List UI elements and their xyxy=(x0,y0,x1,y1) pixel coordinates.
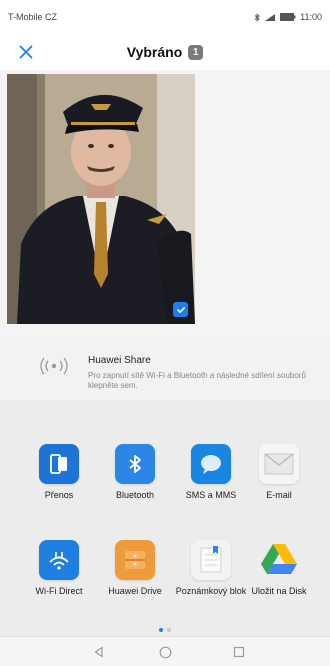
huawei-share-title: Huawei Share xyxy=(88,355,151,366)
selected-checkbox[interactable] xyxy=(173,302,188,317)
app-email[interactable]: E-mail xyxy=(243,444,315,501)
app-sms-mms[interactable]: SMS a MMS xyxy=(175,444,247,501)
recents-button[interactable] xyxy=(229,642,249,662)
status-bar: T-Mobile CZ 11:00 xyxy=(0,0,330,34)
page-indicator xyxy=(0,628,330,632)
selected-photos-area xyxy=(0,70,330,342)
app-label: Huawei Drive xyxy=(108,586,162,596)
back-button[interactable] xyxy=(89,642,109,662)
carrier-name: T-Mobile CZ xyxy=(8,12,58,22)
selected-photo-pilot[interactable] xyxy=(7,74,195,324)
share-apps-panel: Přenos Bluetooth SMS a MMS E-mail Wi-Fi … xyxy=(0,400,330,666)
close-button[interactable] xyxy=(14,40,38,64)
notepad-icon xyxy=(191,540,231,580)
envelope-icon xyxy=(259,444,299,484)
phone-clone-icon xyxy=(39,444,79,484)
app-google-drive[interactable]: Uložit na Disk xyxy=(243,540,315,597)
app-label: Přenos xyxy=(44,490,74,500)
selected-count-badge: 1 xyxy=(188,44,204,60)
page-dot-active xyxy=(159,628,163,632)
app-label: SMS a MMS xyxy=(185,490,237,500)
back-triangle-icon xyxy=(94,646,103,658)
page-dot xyxy=(167,628,171,632)
app-prenos[interactable]: Přenos xyxy=(23,444,95,501)
photo-image xyxy=(7,74,195,324)
app-notepad[interactable]: Poznámkový blok xyxy=(175,540,247,597)
app-wifi-direct[interactable]: Wi-Fi Direct xyxy=(23,540,95,597)
home-button[interactable] xyxy=(155,642,175,662)
status-icons: 11:00 xyxy=(254,12,322,22)
navigation-bar xyxy=(0,636,330,666)
wifi-direct-icon xyxy=(39,540,79,580)
app-label: Bluetooth xyxy=(115,490,155,500)
signal-icon xyxy=(265,13,276,21)
app-huawei-drive[interactable]: Huawei Drive xyxy=(99,540,171,597)
app-label: Wi-Fi Direct xyxy=(35,586,83,596)
title-group: Vybráno 1 xyxy=(127,44,204,60)
huawei-share-description: Pro zapnutí sítě Wi-Fi a Bluetooth a nás… xyxy=(88,371,306,390)
page-title: Vybráno xyxy=(126,44,183,60)
clock: 11:00 xyxy=(300,12,322,22)
bluetooth-status-icon xyxy=(254,12,260,22)
google-drive-icon xyxy=(259,540,299,580)
home-circle-icon xyxy=(159,646,171,658)
huawei-share-banner[interactable]: Huawei Share Pro zapnutí sítě Wi-Fi a Bl… xyxy=(0,342,330,400)
check-icon xyxy=(176,306,185,313)
bluetooth-icon xyxy=(115,444,155,484)
close-icon xyxy=(19,45,33,59)
app-label: Poznámkový blok xyxy=(175,586,247,596)
app-label: E-mail xyxy=(266,490,292,500)
drive-box-icon xyxy=(115,540,155,580)
header: Vybráno 1 xyxy=(0,34,330,70)
message-icon xyxy=(191,444,231,484)
app-label: Uložit na Disk xyxy=(251,586,307,596)
recents-square-icon xyxy=(233,646,245,658)
battery-icon xyxy=(280,13,296,21)
huawei-share-icon xyxy=(40,357,68,375)
app-bluetooth[interactable]: Bluetooth xyxy=(99,444,171,501)
